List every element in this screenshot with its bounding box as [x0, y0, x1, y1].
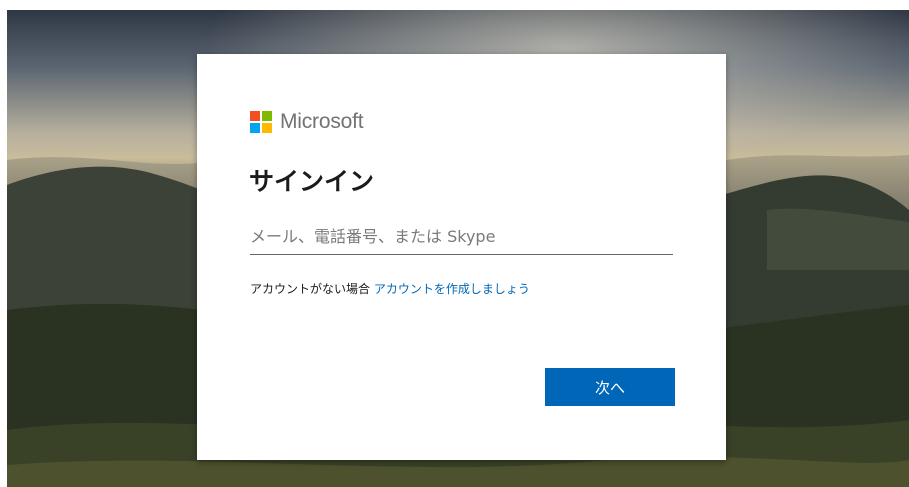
- microsoft-logo-text: Microsoft: [280, 110, 364, 133]
- next-button[interactable]: 次へ: [545, 368, 675, 406]
- signin-card: Microsoft サインイン アカウントがない場合 アカウントを作成しましょう…: [197, 54, 726, 460]
- page-title: サインイン: [249, 167, 375, 196]
- microsoft-logo-icon: [250, 111, 272, 133]
- email-field[interactable]: [250, 218, 673, 255]
- create-account-link[interactable]: アカウントを作成しましょう: [374, 282, 530, 296]
- email-field-wrapper: [250, 218, 673, 256]
- no-account-row: アカウントがない場合 アカウントを作成しましょう: [250, 280, 530, 297]
- microsoft-logo: Microsoft: [250, 110, 364, 134]
- no-account-text: アカウントがない場合: [250, 282, 371, 296]
